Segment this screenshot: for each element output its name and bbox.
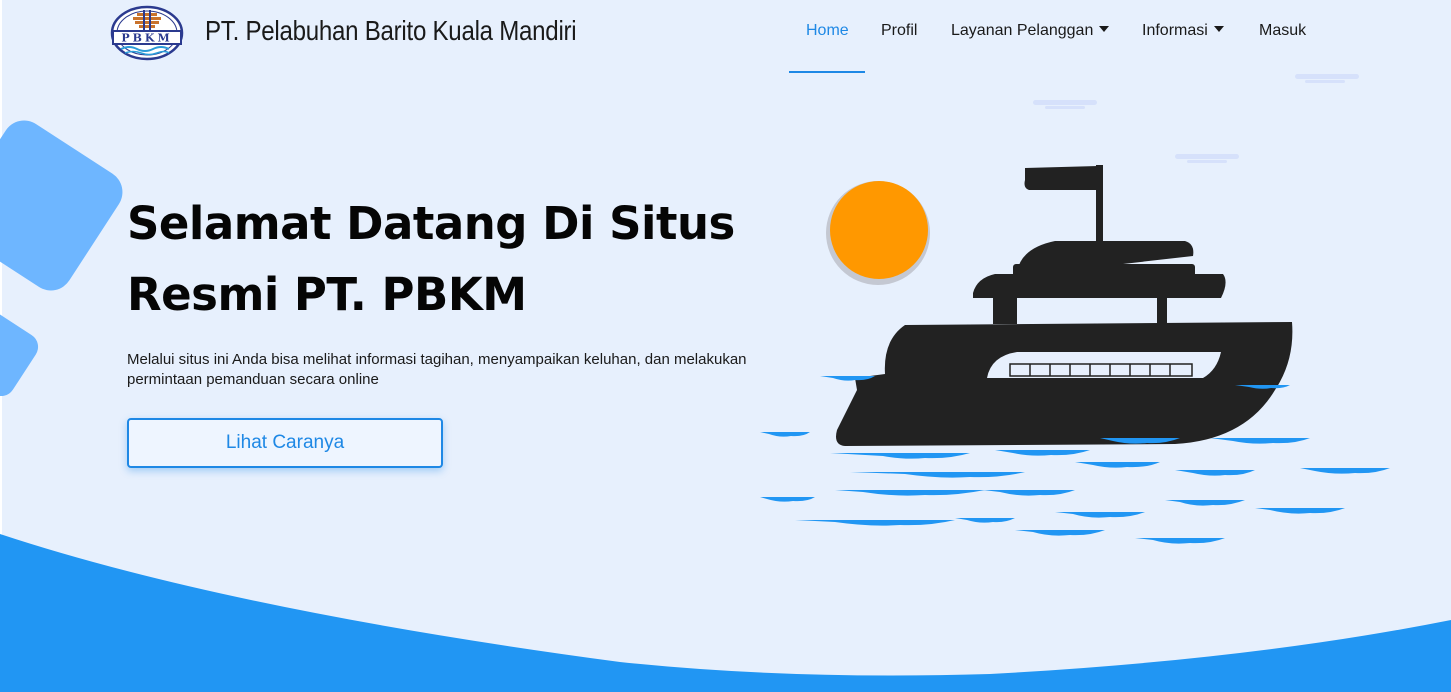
cloud-shapes <box>1033 74 1359 163</box>
decorative-square-large <box>0 112 131 299</box>
nav-home-label: Home <box>806 22 849 39</box>
nav-profil-label: Profil <box>881 22 918 39</box>
hero-title-line1: Selamat Datang Di Situs <box>127 197 735 250</box>
nav-informasi[interactable]: Informasi <box>1142 22 1224 40</box>
nav-masuk[interactable]: Masuk <box>1259 22 1306 40</box>
nav-profil[interactable]: Profil <box>881 22 917 40</box>
hero-title-line2: Resmi PT. PBKM <box>127 268 527 321</box>
nav-informasi-label: Informasi <box>1142 22 1208 39</box>
hero-description: Melalui situs ini Anda bisa melihat info… <box>127 351 747 388</box>
caret-down-icon <box>1099 25 1110 32</box>
hero-title: Selamat Datang Di Situs Resmi PT. PBKM <box>127 188 767 330</box>
logo-text: PBKM <box>121 32 172 45</box>
ship-illustration <box>760 74 1390 544</box>
brand-name[interactable]: PT. Pelabuhan Barito Kuala Mandiri <box>205 15 577 47</box>
nav-layanan-pelanggan[interactable]: Layanan Pelanggan <box>951 22 1110 40</box>
caret-down-icon <box>1213 25 1224 32</box>
nav-home[interactable]: Home <box>806 22 849 40</box>
nav-masuk-label: Masuk <box>1259 22 1307 39</box>
nav-layanan-label: Layanan Pelanggan <box>951 22 1094 39</box>
bottom-wave <box>0 534 1451 692</box>
lihat-caranya-button[interactable]: Lihat Caranya <box>127 418 443 468</box>
decorative-square-small <box>0 304 44 402</box>
pbkm-logo-icon[interactable]: PBKM <box>109 5 185 61</box>
sun-icon <box>830 181 928 279</box>
